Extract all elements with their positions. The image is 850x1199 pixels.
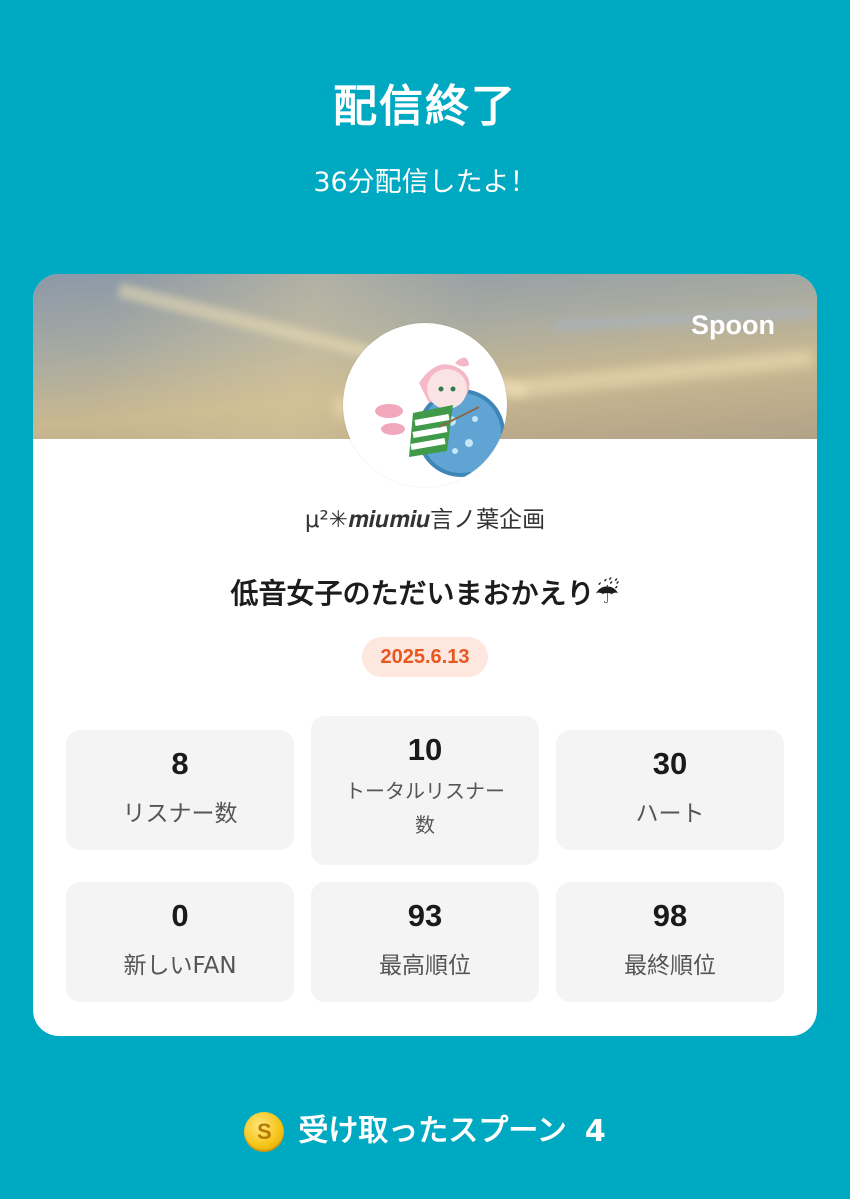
stat-label: リスナー数	[122, 801, 238, 827]
stat-label: 最高順位	[379, 953, 471, 979]
received-spoons: S 受け取ったスプーン 4	[0, 1108, 850, 1154]
stat-value: 10	[407, 732, 443, 767]
stat-new-fans: 0 新しいFAN	[66, 882, 294, 1002]
stat-total-listeners: 10 トータルリスナー 数	[311, 716, 539, 865]
date-badge: 2025.6.13	[362, 637, 488, 677]
stat-label: 最終順位	[624, 953, 716, 979]
stat-final-rank: 98 最終順位	[556, 882, 784, 1002]
stat-label-line1: トータルリスナー	[345, 779, 505, 803]
stat-label: 新しいFAN	[123, 953, 237, 979]
stat-value: 30	[652, 746, 688, 781]
avatar-illustration-icon	[375, 357, 505, 477]
avatar[interactable]	[343, 323, 507, 487]
stat-value: 0	[171, 898, 189, 933]
broadcaster-name: μ²✳︎𝒎𝒊𝒖𝒎𝒊𝒖言ノ葉企画	[304, 507, 546, 533]
received-spoons-count: 4	[584, 1113, 606, 1149]
stat-value: 98	[652, 898, 688, 933]
page-title: 配信終了	[333, 81, 517, 132]
broadcast-summary-card: Spoon μ²✳︎𝒎𝒊𝒖𝒎𝒊𝒖言ノ葉企画 低音女子のただいまおかえり☔ 202…	[33, 274, 817, 1036]
stat-hearts: 30 ハート	[556, 730, 784, 850]
spoon-logo: Spoon	[691, 310, 775, 340]
spoon-coin-icon: S	[244, 1111, 285, 1152]
stat-listeners: 8 リスナー数	[66, 730, 294, 850]
stat-label: ハート	[635, 801, 705, 827]
received-spoons-label: 受け取ったスプーン	[298, 1113, 567, 1149]
stat-label-line2: 数	[415, 813, 435, 837]
stat-highest-rank: 93 最高順位	[311, 882, 539, 1002]
broadcast-duration-text: 36分配信したよ！	[313, 167, 537, 198]
stat-value: 93	[407, 898, 443, 933]
broadcast-title: 低音女子のただいまおかえり☔	[230, 577, 620, 610]
stat-value: 8	[171, 746, 189, 781]
